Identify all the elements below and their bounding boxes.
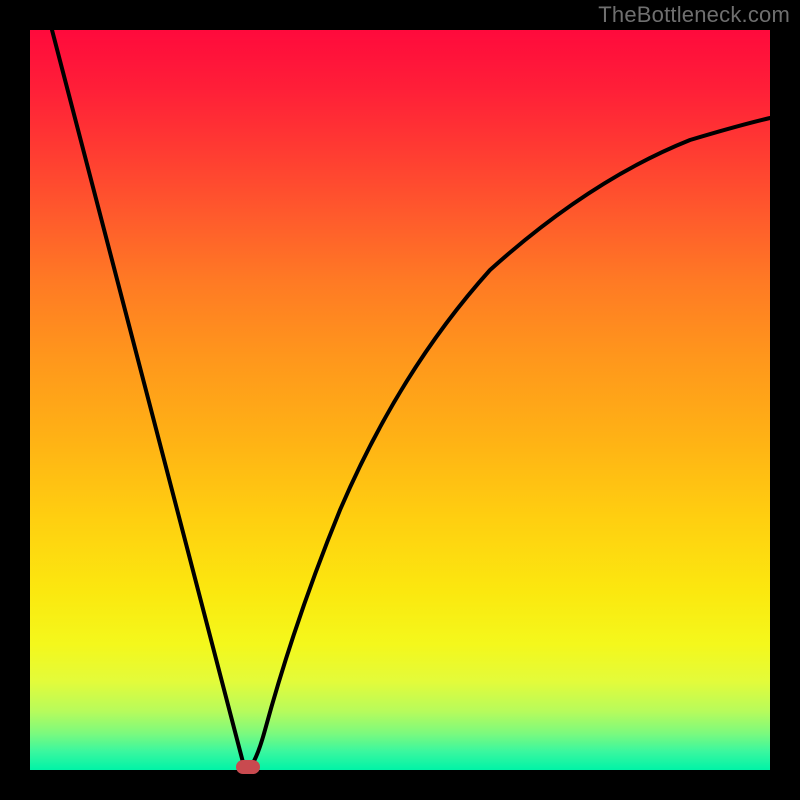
- optimal-point-marker: [236, 760, 260, 774]
- watermark-text: TheBottleneck.com: [598, 2, 790, 28]
- curve-path: [52, 30, 770, 770]
- bottleneck-curve: [30, 30, 770, 770]
- chart-frame: TheBottleneck.com: [0, 0, 800, 800]
